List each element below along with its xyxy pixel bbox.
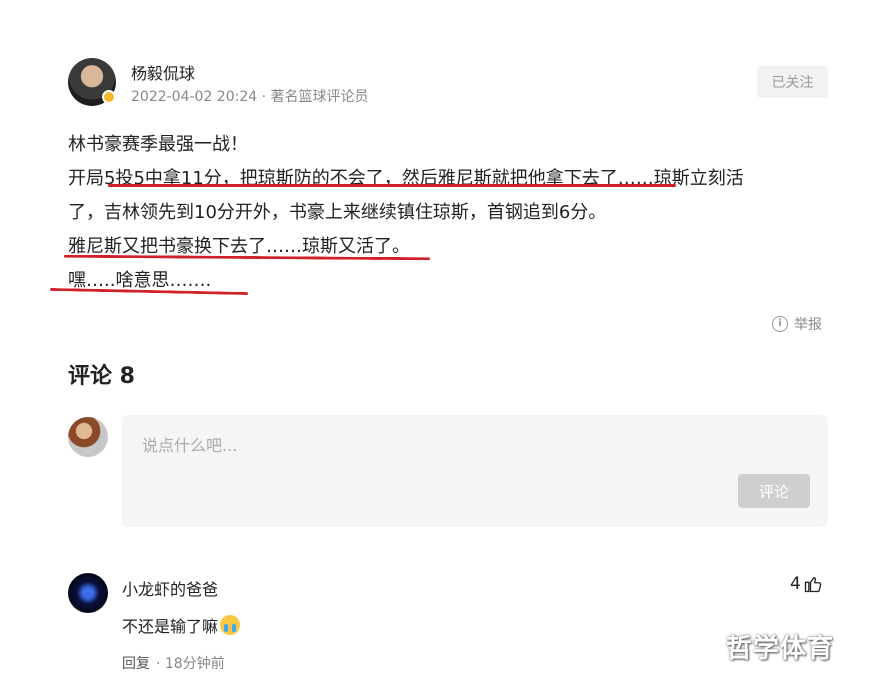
comment-input[interactable]	[140, 435, 704, 456]
report-label: 举报	[794, 317, 822, 333]
reply-button[interactable]: 回复	[122, 653, 150, 673]
comment-time: · 18分钟前	[156, 656, 225, 672]
follow-button[interactable]: 已关注	[757, 66, 828, 98]
submit-comment-button[interactable]: 评论	[738, 474, 810, 508]
crying-emoji-icon	[220, 615, 241, 635]
verified-badge-icon	[102, 90, 116, 104]
post-line: 雅尼斯又把书豪换下去了……琼斯又活了。	[68, 236, 410, 257]
comment-text: 不还是输了嘛	[122, 613, 241, 637]
like-button[interactable]: 4	[790, 574, 823, 594]
comment-text-content: 不还是输了嘛	[122, 617, 219, 636]
current-user-avatar	[68, 417, 108, 457]
comment-meta: 回复 · 18分钟前	[122, 653, 225, 673]
thumb-up-icon	[804, 577, 822, 593]
post-line: 林书豪赛季最强一战！	[68, 134, 248, 155]
commenter-avatar[interactable]	[68, 573, 108, 613]
post-body: 林书豪赛季最强一战！ 开局5投5中拿11分，把琼斯防的不会了，然后雅尼斯就把他拿…	[68, 128, 828, 298]
report-link[interactable]: i 举报	[772, 314, 822, 334]
author-meta: 2022-04-02 20:24 · 著名篮球评论员	[131, 89, 369, 105]
post-line: 开局5投5中拿11分，把琼斯防的不会了，然后雅尼斯就把他拿下去了……琼斯立刻活	[68, 168, 744, 189]
like-count: 4	[790, 574, 801, 594]
commenter-name[interactable]: 小龙虾的爸爸	[122, 576, 218, 600]
watermark: 哲学体育	[726, 634, 835, 664]
comments-title: 评论 8	[68, 364, 135, 389]
red-underline-mark	[108, 184, 676, 187]
author-name[interactable]: 杨毅侃球	[131, 60, 195, 84]
post-line: 了，吉林领先到10分开外，书豪上来继续镇住琼斯，首钢追到6分。	[68, 202, 607, 223]
comment-composer: 评论	[122, 415, 828, 527]
info-icon: i	[772, 316, 788, 332]
